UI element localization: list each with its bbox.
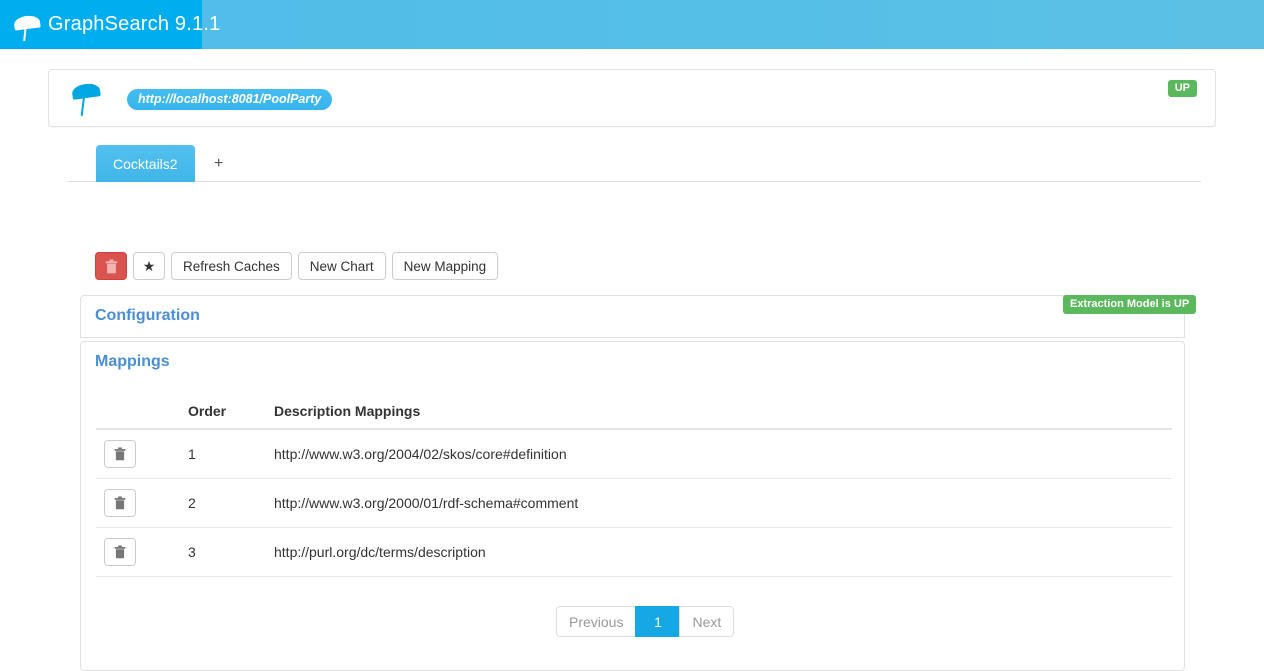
- server-url-badge[interactable]: http://localhost:8081/PoolParty: [127, 89, 333, 110]
- star-icon: ★: [142, 258, 156, 274]
- mappings-panel: Mappings Order Description Mappings 1 ht…: [80, 341, 1185, 671]
- delete-mapping-button[interactable]: [104, 538, 136, 566]
- table-row: 2 http://www.w3.org/2000/01/rdf-schema#c…: [96, 478, 1172, 528]
- mappings-table-body: 1 http://www.w3.org/2004/02/skos/core#de…: [96, 429, 1172, 577]
- cell-description: http://purl.org/dc/terms/description: [266, 527, 1172, 577]
- mappings-table: Order Description Mappings 1 http://www.…: [96, 397, 1172, 577]
- cell-order: 3: [180, 527, 266, 577]
- cell-delete: [96, 478, 180, 528]
- pagination: Previous 1 Next: [556, 606, 735, 637]
- server-panel: http://localhost:8081/PoolParty UP: [48, 69, 1216, 127]
- project-tabs: Cocktails2 +: [68, 145, 1201, 182]
- mappings-table-head: Order Description Mappings: [96, 397, 1172, 430]
- delete-mapping-button[interactable]: [104, 489, 136, 517]
- delete-project-button[interactable]: [95, 252, 127, 280]
- trash-icon: [114, 496, 126, 510]
- cell-delete: [96, 429, 180, 479]
- new-mapping-button[interactable]: New Mapping: [391, 252, 499, 280]
- trash-icon: [114, 545, 126, 559]
- cell-order: 1: [180, 429, 266, 479]
- delete-mapping-button[interactable]: [104, 440, 136, 468]
- table-row: 3 http://purl.org/dc/terms/description: [96, 527, 1172, 577]
- refresh-caches-button[interactable]: Refresh Caches: [171, 252, 292, 280]
- brand-title: GraphSearch 9.1.1: [48, 13, 221, 35]
- tab-label: Cocktails2: [113, 155, 178, 172]
- cell-description: http://www.w3.org/2004/02/skos/core#defi…: [266, 429, 1172, 479]
- column-header-description: Description Mappings: [266, 397, 1172, 430]
- server-status-badge: UP: [1167, 80, 1197, 97]
- extraction-model-status-badge: Extraction Model is UP: [1063, 295, 1197, 314]
- table-row: 1 http://www.w3.org/2004/02/skos/core#de…: [96, 429, 1172, 479]
- favorite-button[interactable]: ★: [133, 252, 165, 280]
- action-toolbar: ★ Refresh Caches New Chart New Mapping: [95, 252, 499, 280]
- column-header-delete: [96, 397, 180, 430]
- tab-cocktails2[interactable]: Cocktails2: [96, 145, 195, 182]
- server-umbrella-icon: [67, 79, 105, 119]
- configuration-panel: Configuration: [80, 295, 1185, 338]
- column-header-order: Order: [180, 397, 266, 430]
- top-navbar: GraphSearch 9.1.1: [0, 0, 1264, 49]
- new-chart-button[interactable]: New Chart: [297, 252, 386, 280]
- tab-add-new[interactable]: +: [204, 145, 233, 182]
- mappings-title: Mappings: [95, 353, 170, 370]
- umbrella-icon: [10, 8, 44, 42]
- configuration-title: Configuration: [95, 307, 200, 324]
- cell-description: http://www.w3.org/2000/01/rdf-schema#com…: [266, 478, 1172, 528]
- pagination-page-1[interactable]: 1: [635, 606, 680, 637]
- brand-block[interactable]: GraphSearch 9.1.1: [0, 0, 220, 49]
- trash-icon: [114, 447, 126, 461]
- pagination-next-button[interactable]: Next: [679, 606, 735, 637]
- table-header-row: Order Description Mappings: [96, 397, 1172, 430]
- trash-icon: [105, 259, 118, 274]
- cell-delete: [96, 527, 180, 577]
- pagination-previous-button[interactable]: Previous: [556, 606, 636, 637]
- plus-icon: +: [214, 154, 224, 172]
- cell-order: 2: [180, 478, 266, 528]
